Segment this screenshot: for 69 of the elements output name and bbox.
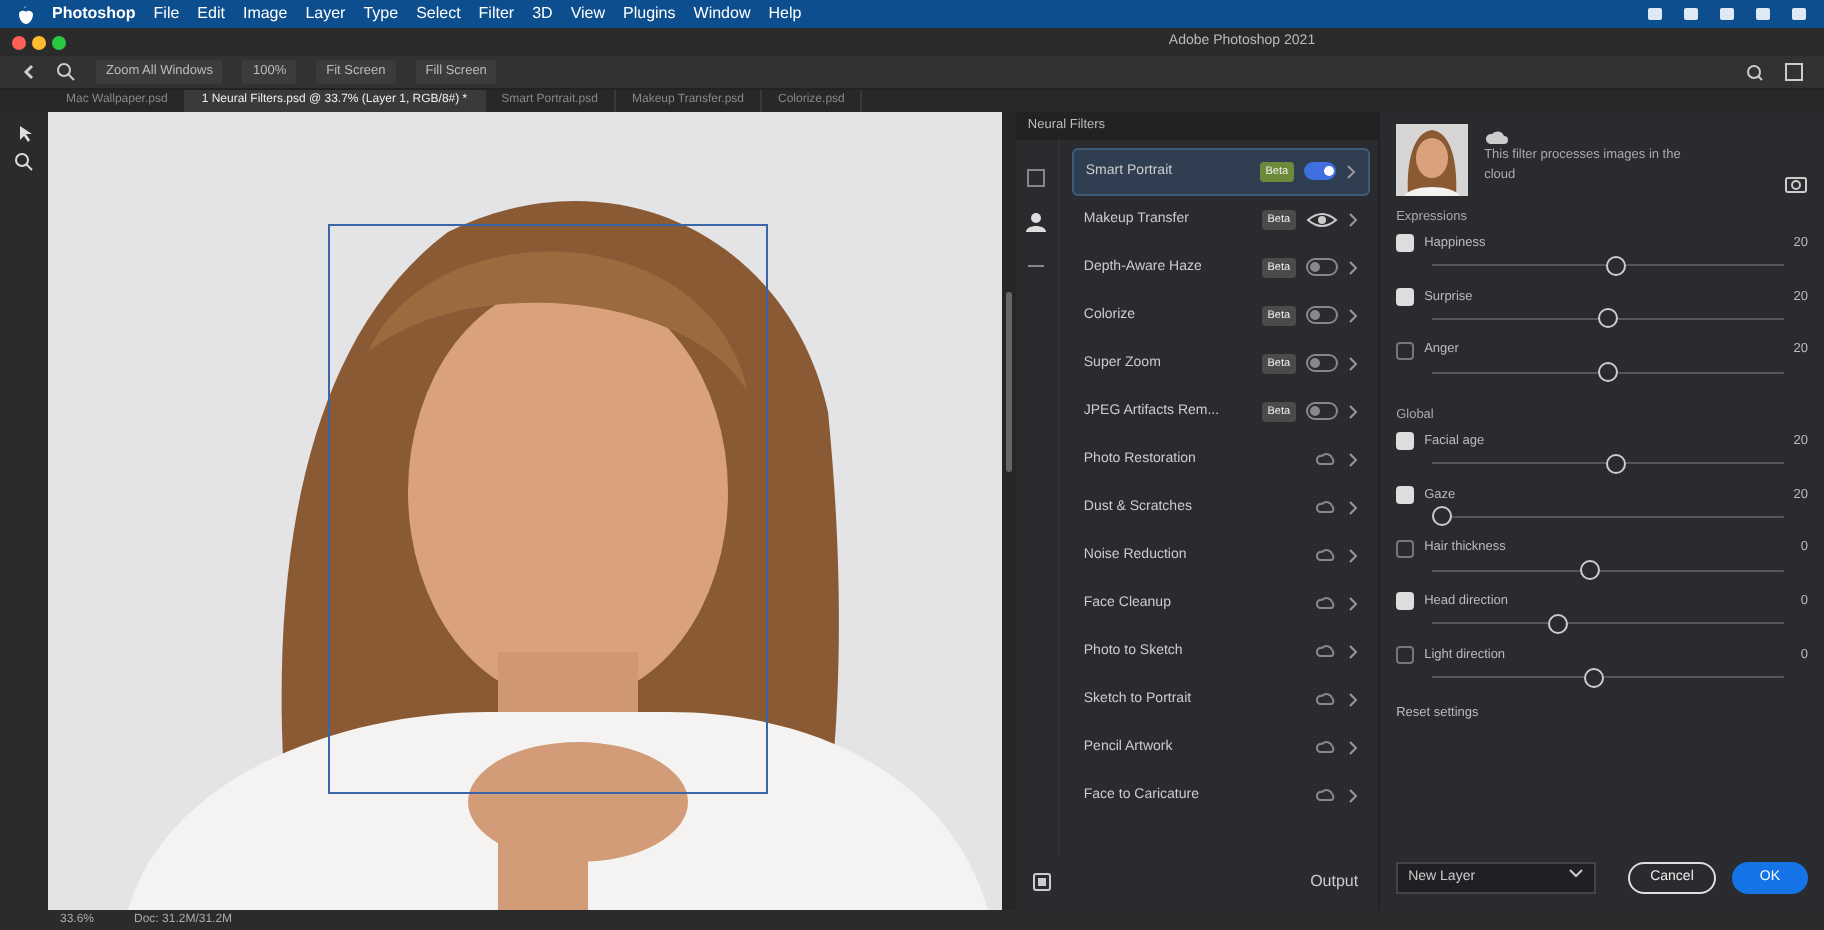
slider-thumb[interactable]: [1605, 255, 1626, 275]
chevron-icon[interactable]: [1348, 211, 1359, 228]
caret-icon: [1568, 867, 1585, 877]
chevron-icon[interactable]: [1348, 307, 1359, 324]
menu-item[interactable]: Type: [363, 2, 399, 26]
slider-thumb[interactable]: [1580, 560, 1601, 580]
preview-icon[interactable]: [1031, 872, 1052, 892]
toggle-switch[interactable]: [1306, 258, 1339, 277]
output-label: Output: [1310, 870, 1359, 894]
slider-thumb[interactable]: [1598, 308, 1619, 329]
menu-item[interactable]: Plugins: [623, 2, 676, 26]
menu-item[interactable]: Layer: [305, 2, 346, 26]
menu-item[interactable]: Select: [416, 2, 461, 26]
scrollbar-thumb[interactable]: [1006, 292, 1013, 472]
minimize-button[interactable]: [32, 35, 46, 49]
toggle-switch[interactable]: [1306, 306, 1339, 325]
slider-thumb[interactable]: [1548, 613, 1569, 634]
menu-item[interactable]: Help: [768, 2, 802, 26]
chevron-icon[interactable]: [1348, 739, 1359, 756]
toggle-switch[interactable]: [1304, 162, 1337, 181]
chevron-icon[interactable]: [1348, 355, 1359, 372]
chevron-icon[interactable]: [1348, 691, 1359, 708]
all-filters-icon[interactable]: [1026, 167, 1047, 188]
zoom-tool-icon[interactable]: [14, 152, 35, 172]
menu-item[interactable]: 3D: [532, 2, 553, 26]
toggle-switch[interactable]: [1306, 402, 1339, 421]
menu-item[interactable]: Filter: [478, 2, 515, 26]
app-menu[interactable]: Photoshop: [52, 2, 136, 26]
chevron-icon[interactable]: [1348, 787, 1359, 804]
cloud-download-icon[interactable]: [1314, 498, 1339, 517]
cloud-download-icon[interactable]: [1314, 690, 1339, 709]
cloud-icon: [1484, 128, 1511, 146]
close-button[interactable]: [12, 35, 26, 49]
zoom-icon[interactable]: [56, 62, 76, 82]
cloud-download-icon[interactable]: [1314, 450, 1339, 469]
slider-thumb[interactable]: [1598, 362, 1619, 382]
eye-icon[interactable]: [1306, 209, 1339, 230]
chevron-icon[interactable]: [1346, 163, 1357, 180]
move-tool-icon[interactable]: [15, 124, 34, 144]
workspace-icon[interactable]: [1784, 62, 1804, 82]
cloud-download-icon[interactable]: [1314, 642, 1339, 661]
checkbox[interactable]: [1396, 341, 1415, 360]
slider-thumb[interactable]: [1432, 506, 1453, 527]
toggle-switch[interactable]: [1306, 354, 1339, 373]
chevron-icon[interactable]: [1348, 499, 1359, 516]
slider-thumb[interactable]: [1584, 667, 1604, 687]
cloud-download-icon[interactable]: [1314, 786, 1339, 805]
menu-item[interactable]: Image: [242, 2, 288, 26]
apple-icon[interactable]: [16, 5, 34, 23]
checkbox[interactable]: [1396, 539, 1415, 558]
zoom-button[interactable]: [52, 35, 66, 49]
cloud-download-icon[interactable]: [1314, 738, 1339, 757]
menu-item[interactable]: Edit: [197, 2, 225, 26]
slider-thumb[interactable]: [1605, 453, 1626, 473]
chevron-icon[interactable]: [1348, 403, 1359, 420]
chevron-icon[interactable]: [1348, 451, 1359, 468]
menu-item[interactable]: File: [153, 2, 180, 26]
chevron-icon[interactable]: [1348, 259, 1359, 276]
back-icon[interactable]: [20, 62, 36, 82]
checkbox[interactable]: [1396, 646, 1415, 665]
chevron-icon[interactable]: [1348, 643, 1359, 660]
cloud-download-icon[interactable]: [1314, 546, 1339, 565]
chevron-icon[interactable]: [1348, 595, 1359, 612]
menu-item[interactable]: Window: [693, 2, 751, 26]
chevron-icon[interactable]: [1348, 547, 1359, 564]
portrait-icon[interactable]: [1026, 211, 1047, 232]
cloud-download-icon[interactable]: [1314, 594, 1339, 613]
menu-item[interactable]: View: [570, 2, 606, 26]
camera-icon[interactable]: [1784, 172, 1808, 194]
